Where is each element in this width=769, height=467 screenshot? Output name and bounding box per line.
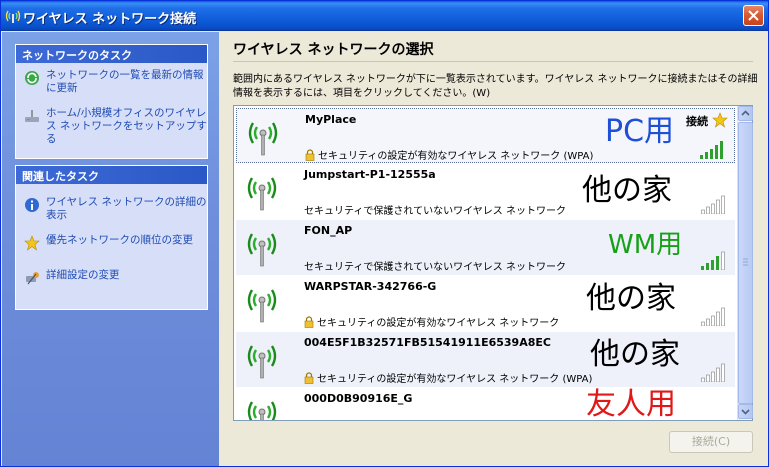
wireless-antenna-icon (247, 401, 277, 420)
network-ssid: 000D0B90916E_G (304, 392, 413, 405)
security-status: セキュリティで保護されていないワイヤレス ネットワーク (304, 206, 566, 217)
star-icon (24, 235, 40, 251)
info-icon (25, 198, 39, 212)
network-item-000d0b90916e-g[interactable]: 000D0B90916E_G 友人用 (236, 387, 735, 421)
network-ssid: MyPlace (305, 113, 357, 126)
task-label: ワイヤレス ネットワークの詳細の表示 (46, 196, 207, 221)
network-ssid: 004E5F1B32571FB51541911E6539A8EC (304, 336, 551, 349)
wireless-network-icon (5, 10, 21, 23)
network-item-fon-ap[interactable]: FON_AP セキュリティで保護されていないワイヤレス ネットワーク WM用 (236, 220, 735, 275)
wireless-antenna-icon (247, 233, 277, 267)
window-title: ワイヤレス ネットワーク接続 (23, 12, 197, 27)
signal-strength-icon (701, 251, 725, 270)
related-tasks-box: 関連したタスク ワイヤレス ネットワークの詳細の表示 優先ネットワークの順位の変… (15, 165, 208, 310)
scroll-down-button[interactable] (738, 404, 753, 419)
security-status: セキュリティの設定が有効なワイヤレス ネットワーク (WPA) (304, 370, 592, 385)
connect-button[interactable]: 接続(C) (669, 431, 753, 453)
lock-icon (304, 316, 314, 328)
network-tasks-header: ネットワークのタスク (16, 45, 207, 63)
network-tasks-box: ネットワークのタスク ネットワークの一覧を最新の情報に更新 ホーム/小規模オフィ… (15, 44, 208, 159)
handwritten-note: 他の家 (586, 281, 676, 316)
wireless-antenna-icon (247, 177, 277, 211)
task-label: ネットワークの一覧を最新の情報に更新 (46, 69, 204, 94)
wireless-network-connection-window: ワイヤレス ネットワーク接続 ネットワークのタスク ネットワークの一覧を最新の情… (0, 0, 769, 467)
wireless-antenna-icon (248, 122, 278, 156)
wireless-antenna-icon (247, 289, 277, 323)
handwritten-note: 他の家 (582, 173, 672, 208)
scroll-up-button[interactable] (738, 106, 753, 121)
lock-icon (305, 149, 315, 161)
grip-icon (743, 258, 748, 266)
task-change-advanced-settings[interactable]: 詳細設定の変更 (16, 269, 207, 285)
network-item-jumpstart[interactable]: Jumpstart-P1-12555a セキュリティで保護されていないワイヤレス… (236, 164, 735, 219)
signal-strength-icon (700, 141, 723, 159)
page-title: ワイヤレス ネットワークの選択 (233, 42, 434, 58)
chevron-down-icon (741, 409, 750, 415)
signal-strength-icon (701, 195, 725, 214)
handwritten-note: WM用 (608, 230, 683, 260)
signal-strength-icon (701, 307, 725, 326)
lock-icon (304, 372, 314, 384)
task-setup-wireless-network[interactable]: ホーム/小規模オフィスのワイヤレス ネットワークをセットアップする (16, 107, 207, 146)
network-ssid: FON_AP (304, 224, 353, 237)
close-icon (748, 10, 759, 21)
network-ssid: Jumpstart-P1-12555a (304, 168, 436, 181)
chevron-up-icon (741, 110, 750, 116)
network-list: MyPlace セキュリティの設定が有効なワイヤレス ネットワーク (WPA) … (233, 105, 753, 421)
task-view-network-details[interactable]: ワイヤレス ネットワークの詳細の表示 (16, 196, 207, 222)
task-label: ホーム/小規模オフィスのワイヤレス ネットワークをセットアップする (46, 107, 207, 145)
security-status: セキュリティの設定が有効なワイヤレス ネットワーク (WPA) (305, 147, 593, 162)
network-item-warpstar[interactable]: WARPSTAR-342766-G セキュリティの設定が有効なワイヤレス ネット… (236, 276, 735, 331)
signal-strength-icon (701, 363, 725, 382)
task-change-preferred-order[interactable]: 優先ネットワークの順位の変更 (16, 234, 207, 251)
task-label: 優先ネットワークの順位の変更 (46, 234, 193, 246)
related-tasks-header: 関連したタスク (16, 166, 207, 184)
wireless-antenna-icon (247, 345, 277, 379)
handwritten-note: PC用 (605, 114, 675, 149)
scroll-thumb[interactable] (738, 122, 753, 404)
task-label: 詳細設定の変更 (46, 269, 120, 281)
description-text: 範囲内にあるワイヤレス ネットワークが下に一覧表示されています。ワイヤレス ネッ… (233, 74, 758, 99)
preferred-star-icon (712, 112, 728, 128)
divider (233, 61, 753, 62)
title-bar[interactable]: ワイヤレス ネットワーク接続 (1, 1, 768, 31)
task-pane: ネットワークのタスク ネットワークの一覧を最新の情報に更新 ホーム/小規模オフィ… (2, 32, 219, 466)
close-button[interactable] (743, 5, 764, 26)
security-status: セキュリティで保護されていないワイヤレス ネットワーク (304, 262, 566, 273)
security-status: セキュリティの設定が有効なワイヤレス ネットワーク (304, 314, 559, 329)
network-list-scrollbar[interactable] (737, 106, 753, 420)
refresh-icon (25, 71, 39, 85)
network-ssid: WARPSTAR-342766-G (304, 280, 437, 293)
task-refresh-network-list[interactable]: ネットワークの一覧を最新の情報に更新 (16, 69, 207, 95)
network-item-004e5f1b[interactable]: 004E5F1B32571FB51541911E6539A8EC セキュリティの… (236, 332, 735, 387)
settings-icon (26, 272, 39, 285)
handwritten-note: 他の家 (590, 337, 680, 372)
handwritten-note: 友人用 (586, 387, 676, 421)
network-item-myplace[interactable]: MyPlace セキュリティの設定が有効なワイヤレス ネットワーク (WPA) … (236, 108, 735, 163)
connected-label: 接続 (686, 115, 708, 128)
setup-icon (25, 110, 39, 122)
